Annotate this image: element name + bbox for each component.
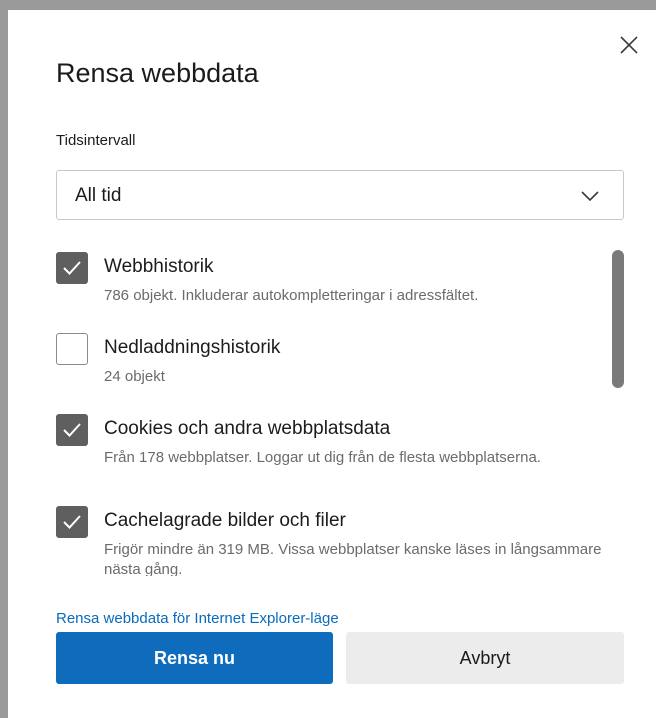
item-label: Cachelagrade bilder och filer [104,510,346,531]
item-description: 786 objekt. Inkluderar autokomplettering… [104,287,479,304]
item-label: Webbhistorik [104,256,214,277]
checkmark-icon [63,515,81,529]
data-types-list[interactable]: Webbhistorik 786 objekt. Inkluderar auto… [0,240,656,576]
dialog-title: Rensa webbdata [56,58,259,88]
chevron-down-icon [579,186,601,206]
browsing-history-checkbox[interactable] [56,252,88,284]
scrollbar[interactable] [612,250,624,388]
time-range-select[interactable]: All tid [56,170,624,220]
item-description: Från 178 webbplatser. Loggar ut dig från… [104,449,541,466]
clear-now-button[interactable]: Rensa nu [56,632,333,684]
cookies-checkbox[interactable] [56,414,88,446]
close-button[interactable] [618,34,640,56]
background-window-top [0,0,656,10]
item-description: 24 objekt [104,368,165,385]
close-icon [620,36,638,54]
time-range-value: All tid [75,185,122,206]
checkmark-icon [63,423,81,437]
time-range-label: Tidsintervall [56,132,136,149]
download-history-checkbox[interactable] [56,333,88,365]
item-label: Cookies och andra webbplatsdata [104,418,391,439]
cancel-button[interactable]: Avbryt [346,632,624,684]
checkmark-icon [63,261,81,275]
scrollbar-thumb[interactable] [612,250,624,388]
cached-files-checkbox[interactable] [56,506,88,538]
item-label: Nedladdningshistorik [104,337,281,358]
ie-mode-clear-link[interactable]: Rensa webbdata för Internet Explorer-läg… [56,610,339,627]
item-description: Frigör mindre än 319 MB. Vissa webbplats… [104,541,602,576]
